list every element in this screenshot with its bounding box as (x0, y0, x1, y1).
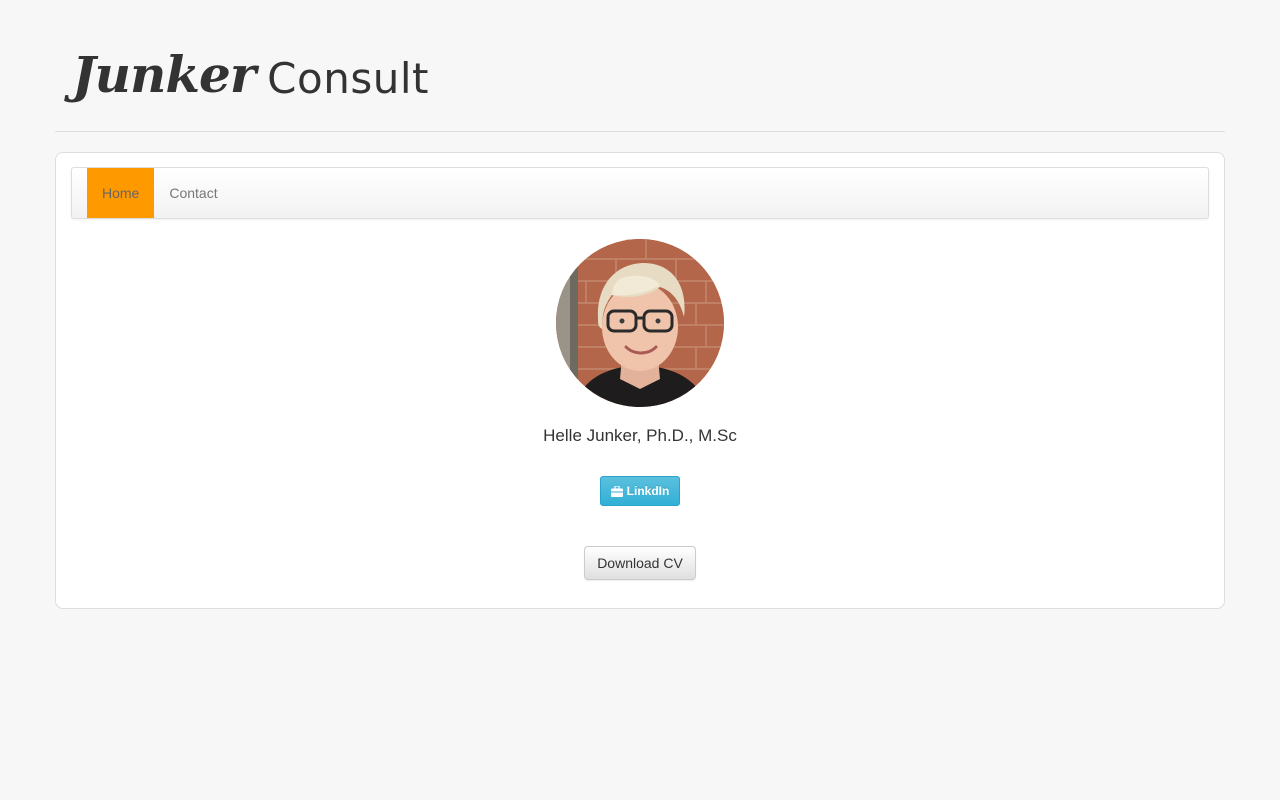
nav-item-home[interactable]: Home (87, 168, 155, 218)
page: Junker Consult Home Contact Helle Junker… (0, 0, 1280, 800)
nav-list: Home Contact (87, 168, 233, 218)
logo-sans-text: Consult (267, 54, 429, 103)
logo-script-text: Junker (72, 45, 256, 104)
download-cv-button[interactable]: Download CV (584, 546, 696, 580)
main-panel: Home Contact Helle Junker, Ph.D., M.Sc L… (55, 152, 1225, 609)
linkedin-button-label: LinkdIn (626, 484, 670, 498)
navbar: Home Contact (71, 167, 1209, 219)
nav-item-contact[interactable]: Contact (154, 168, 232, 218)
profile-photo (556, 239, 724, 407)
header-divider (55, 131, 1225, 132)
profile-name: Helle Junker, Ph.D., M.Sc (543, 426, 737, 445)
linkedin-button[interactable]: LinkdIn (600, 476, 680, 506)
briefcase-icon (610, 485, 623, 497)
site-logo[interactable]: Junker Consult (72, 40, 429, 110)
